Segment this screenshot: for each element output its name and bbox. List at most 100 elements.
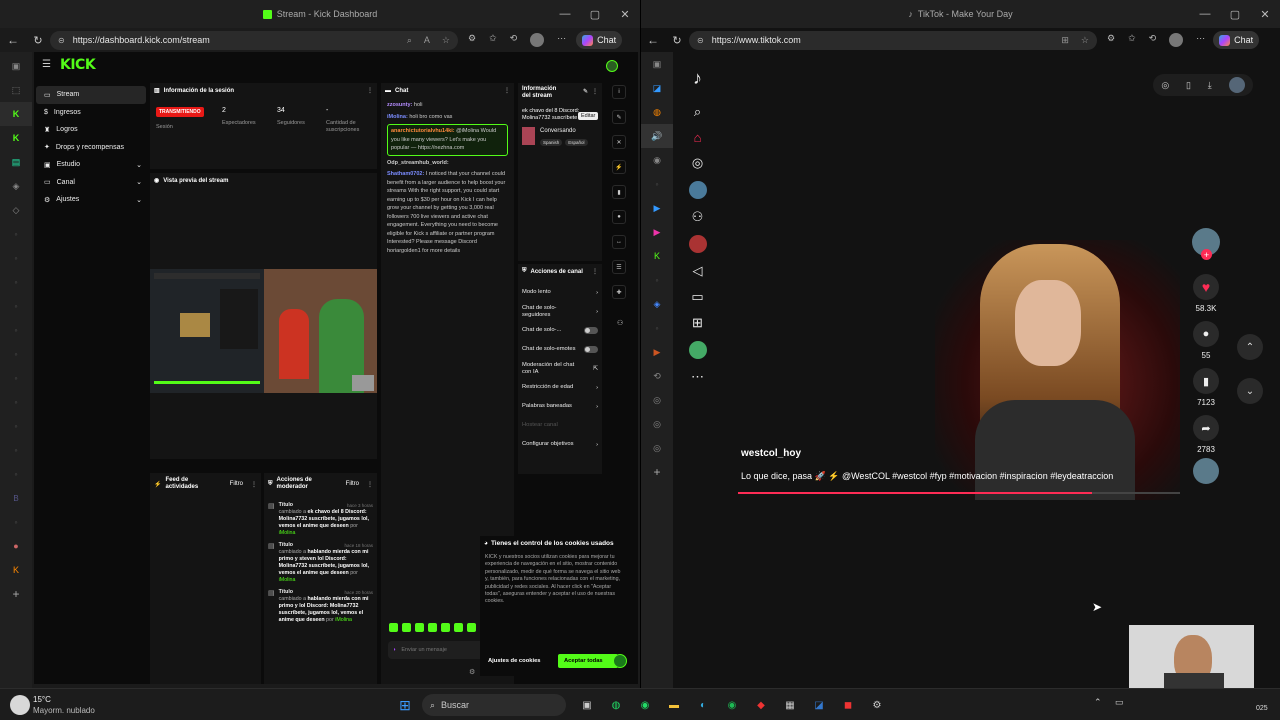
more-vertical-icon[interactable]: ⋮ [592,89,598,96]
kick-logo[interactable]: KICK [60,57,96,73]
task-view-icon[interactable]: ▣ [576,694,598,716]
share-arrow-icon[interactable]: ➦ [1193,415,1219,441]
device-icon[interactable]: ▯ [1186,80,1191,91]
history-icon[interactable]: ⟲ [1149,33,1157,47]
weather-temp[interactable]: 15°C [33,695,51,704]
chat-username[interactable]: Shatham0702: [387,171,424,177]
friends-icon[interactable]: ⚇ [692,209,704,225]
mod-action-user[interactable]: iMolina [335,617,352,623]
explore-compass-icon[interactable]: ◎ [692,155,703,171]
edge-icon[interactable]: ◐ [692,694,714,716]
user-avatar[interactable] [606,60,618,72]
list-icon[interactable]: ☰ [612,260,626,274]
apps-icon[interactable]: ⊞ [1061,35,1069,46]
back-icon[interactable]: ← [0,33,26,47]
info-icon[interactable]: i [612,85,626,99]
channel-action-row[interactable]: Chat de solo-emotes [518,340,602,359]
tab-icon[interactable]: ◦ [641,316,673,340]
creator-avatar[interactable]: + [1192,228,1220,260]
tray-chevron-icon[interactable]: ⌃ [1094,697,1102,708]
profile-avatar[interactable] [688,341,707,359]
minimize-button[interactable]: — [550,0,580,28]
profile-avatar[interactable] [530,33,545,47]
channel-action-row[interactable]: Moderación del chat con IA ⇱ [518,359,602,378]
zoom-icon[interactable]: ⌕ [407,35,412,46]
accept-cookies-button[interactable]: Aceptar todas [558,654,618,668]
tab-icon[interactable]: ◦ [0,318,32,342]
mod-action-user[interactable]: iMolina [279,577,296,583]
weather-icon[interactable] [10,695,30,715]
reload-icon[interactable]: ↻ [26,34,50,47]
toggle-switch[interactable] [584,327,598,334]
video-username[interactable]: westcol_hoy [741,448,801,459]
favorite-star-icon[interactable]: ☆ [442,35,450,46]
tab-icon[interactable]: K [0,558,32,582]
more-vertical-icon[interactable]: ⋮ [504,87,510,94]
chat-username[interactable]: anarchictutorialvhu14ki: [391,128,455,134]
emote-icon[interactable] [415,623,424,632]
tab-icon[interactable]: ◍ [641,100,673,124]
search-icon[interactable]: ⌕ [694,104,701,120]
clock-date[interactable]: 025 [1256,705,1268,712]
channel-action-row[interactable]: Restricción de edad › [518,378,602,397]
read-aloud-icon[interactable]: A [424,35,430,46]
tab-icon[interactable]: ⬚ [0,78,32,102]
nav-ingresos[interactable]: $ Ingresos [36,104,146,122]
favorites-icon[interactable]: ✩ [1128,33,1136,47]
more-icon[interactable]: ⋯ [691,369,704,385]
pencil-icon[interactable]: ✎ [583,89,588,96]
globe-icon[interactable]: ◎ [641,388,673,412]
nav-stream[interactable]: ▭ Stream [36,86,146,104]
extensions-icon[interactable]: ⚙ [1107,33,1115,47]
follow-plus-icon[interactable]: + [1201,249,1212,260]
maximize-button[interactable]: ▢ [580,0,610,28]
extensions-icon[interactable]: ⚙ [468,33,476,47]
emote-icon[interactable] [467,623,476,632]
spotify-icon[interactable]: ◉ [721,694,743,716]
tab-icon[interactable]: ◦ [641,268,673,292]
tab-kick-active[interactable]: K [0,102,32,126]
file-explorer-icon[interactable]: ▬ [663,694,685,716]
tab-icon[interactable]: ◈ [0,174,32,198]
tab-icon[interactable]: ◦ [0,414,32,438]
pencil-icon[interactable]: ✎ [612,110,626,124]
reload-icon[interactable]: ↻ [665,34,689,47]
tab-icon[interactable]: ◦ [0,246,32,270]
tab-icon[interactable]: ⟲ [641,364,673,388]
send-icon[interactable]: ◁ [693,263,703,279]
save-action[interactable]: ▮ 7123 [1193,368,1219,407]
tab-icon[interactable]: ● [0,534,32,558]
activity-filter-button[interactable]: Filtro [230,481,243,487]
mod-filter-button[interactable]: Filtro [346,481,359,487]
new-tab-icon[interactable]: + [0,582,32,606]
close-button[interactable]: ✕ [1250,0,1280,28]
chat-icon[interactable]: ● [612,210,626,224]
media-app-icon[interactable]: ◼ [837,694,859,716]
wechat-icon[interactable]: ◉ [634,694,656,716]
tiktok-video[interactable] [935,240,1180,500]
compass-icon[interactable]: ◎ [1161,80,1169,91]
live-avatar[interactable] [688,235,707,253]
globe-icon[interactable]: ◎ [641,412,673,436]
emote-icon[interactable] [441,623,450,632]
stream-preview-video[interactable] [150,269,377,393]
tab-icon[interactable]: ◦ [0,390,32,414]
tab-icon[interactable]: ◦ [641,172,673,196]
tab-kick[interactable]: K [0,126,32,150]
upload-icon[interactable]: ⊞ [692,315,703,331]
more-vertical-icon[interactable]: ⋮ [367,87,373,94]
more-vertical-icon[interactable]: ⋮ [592,268,598,275]
copilot-chat-button[interactable]: Chat [1213,31,1260,49]
whatsapp-icon[interactable]: ◍ [605,694,627,716]
mod-action-user[interactable]: iMolina [279,530,296,536]
more-vertical-icon[interactable]: ⋮ [367,481,373,488]
channel-action-row[interactable]: Chat de solo-seguidores › [518,302,602,321]
tab-icon[interactable]: K [641,244,673,268]
tab-icon[interactable]: ▶ [641,196,673,220]
maximize-button[interactable]: ▢ [1220,0,1250,28]
tab-icon[interactable]: ◦ [0,270,32,294]
download-icon[interactable]: ⤓ [1208,80,1212,91]
emote-icon[interactable] [428,623,437,632]
previous-video-button[interactable]: ⌃ [1237,334,1263,360]
nav-logros[interactable]: ♜ Logros [36,121,146,139]
